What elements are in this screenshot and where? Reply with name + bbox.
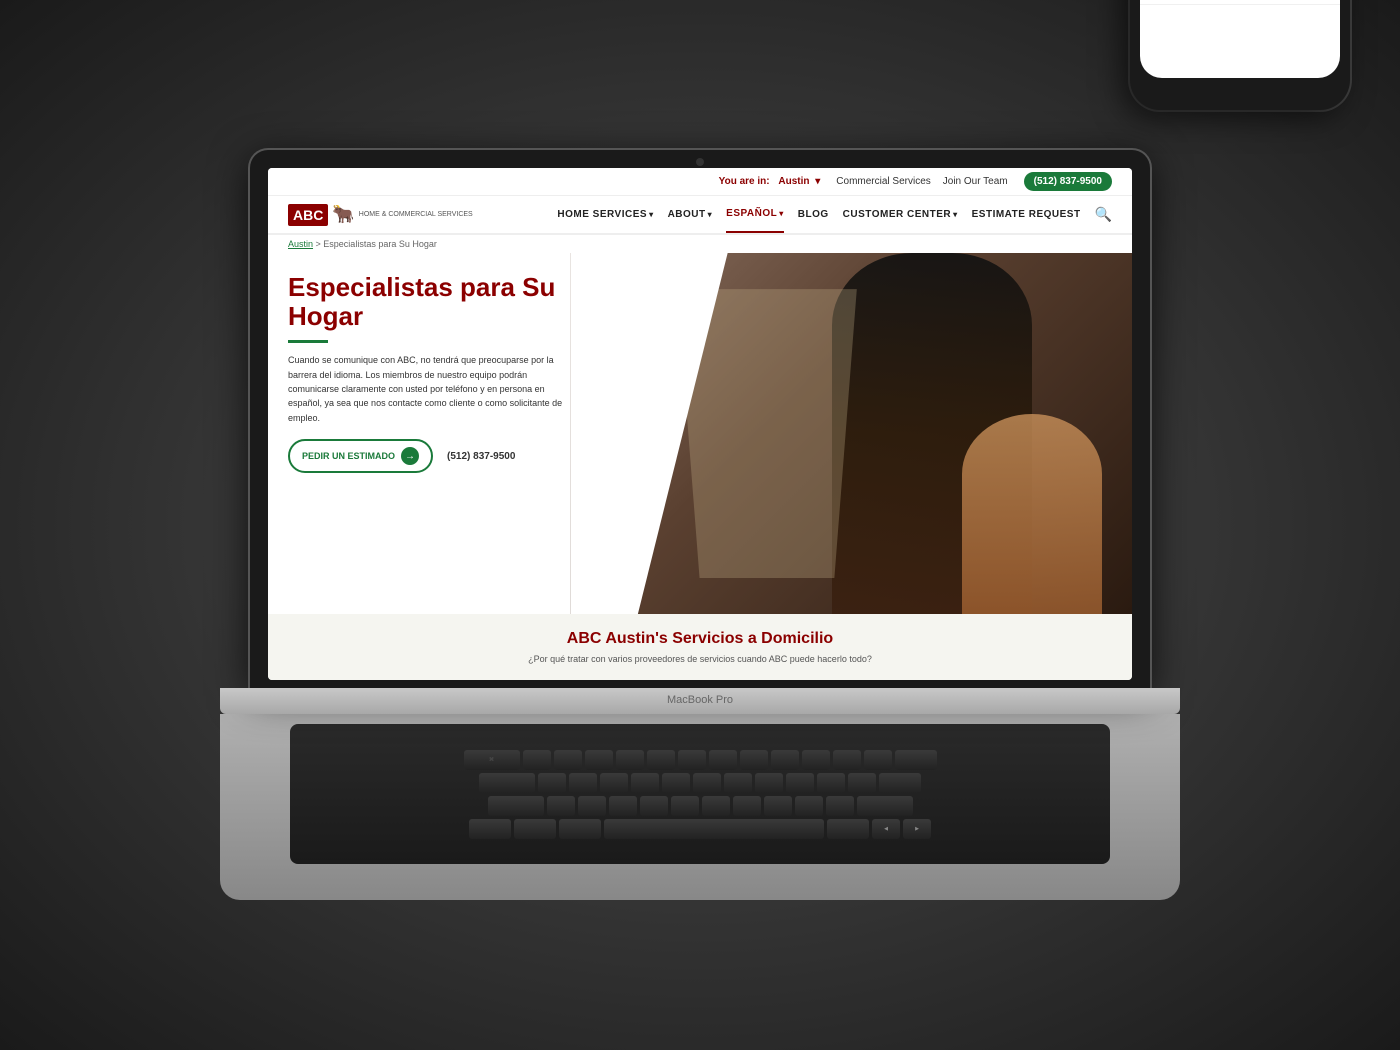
- logo-animal-icon: 🐂: [332, 204, 354, 225]
- macbook-base: [220, 688, 1180, 714]
- cta-button[interactable]: PEDIR UN ESTIMADO →: [288, 439, 433, 473]
- key-c[interactable]: [609, 796, 637, 816]
- key-s[interactable]: [569, 773, 597, 793]
- keyboard-area: ⌘: [220, 714, 1180, 900]
- commercial-services-link[interactable]: Commercial Services: [836, 176, 930, 187]
- key-b[interactable]: [671, 796, 699, 816]
- hero-phone[interactable]: (512) 837-9500: [447, 451, 515, 462]
- keyboard: ⌘: [290, 724, 1110, 864]
- nav-blog[interactable]: BLOG: [798, 197, 829, 232]
- key-right[interactable]: ▶: [903, 819, 931, 839]
- key-r[interactable]: [616, 750, 644, 770]
- hero-divider: [288, 340, 328, 343]
- key-w[interactable]: [554, 750, 582, 770]
- key-j[interactable]: [724, 773, 752, 793]
- key-comma[interactable]: [764, 796, 792, 816]
- service-item-reparacion[interactable]: 🏠 Reparación de: [1140, 0, 1340, 5]
- cta-arrow-icon: →: [401, 447, 419, 465]
- key-h[interactable]: [693, 773, 721, 793]
- breadcrumb-home[interactable]: Austin: [288, 239, 313, 249]
- hero-cta: PEDIR UN ESTIMADO → (512) 837-9500: [288, 439, 608, 473]
- location-value: Austin: [778, 176, 809, 187]
- breadcrumb: Austin > Especialistas para Su Hogar: [268, 235, 1132, 253]
- key-d[interactable]: [600, 773, 628, 793]
- key-slash[interactable]: [826, 796, 854, 816]
- nav-estimate-request[interactable]: ESTIMATE REQUEST: [972, 197, 1081, 232]
- key-tab[interactable]: ⌘: [464, 750, 520, 770]
- key-o[interactable]: [771, 750, 799, 770]
- key-e[interactable]: [585, 750, 613, 770]
- key-n[interactable]: [702, 796, 730, 816]
- phone-mockup: 10:17 ▌▌▌ WiFi 🔋 ABC Austin's Servicios …: [1130, 0, 1350, 110]
- key-enter[interactable]: [879, 773, 921, 793]
- location-label: You are in:: [719, 176, 770, 187]
- key-bracket-r[interactable]: [864, 750, 892, 770]
- key-space[interactable]: [604, 819, 824, 839]
- key-k[interactable]: [755, 773, 783, 793]
- bottom-section: ABC Austin's Servicios a Domicilio ¿Por …: [268, 614, 1132, 680]
- key-shift-r[interactable]: [857, 796, 913, 816]
- location-pill[interactable]: You are in: Austin ▾: [719, 176, 821, 187]
- hero-content: Especialistas para Su Hogar Cuando se co…: [268, 253, 628, 614]
- nav-customer-center[interactable]: CUSTOMER CENTER ▾: [843, 197, 958, 232]
- key-p[interactable]: [802, 750, 830, 770]
- hero-body: Cuando se comunique con ABC, no tendrá q…: [288, 353, 568, 425]
- nav-home-services[interactable]: HOME SERVICES ▾: [557, 197, 653, 232]
- key-a[interactable]: [538, 773, 566, 793]
- key-ctrl[interactable]: [514, 819, 556, 839]
- key-option[interactable]: [559, 819, 601, 839]
- nav-links: HOME SERVICES ▾ ABOUT ▾ ESPAÑOL ▾ BLOG: [491, 196, 1112, 233]
- key-x[interactable]: [578, 796, 606, 816]
- join-team-link[interactable]: Join Our Team: [943, 176, 1008, 187]
- key-fn[interactable]: [469, 819, 511, 839]
- key-left[interactable]: ◀: [872, 819, 900, 839]
- hero-title: Especialistas para Su Hogar: [288, 273, 608, 330]
- cta-label: PEDIR UN ESTIMADO: [302, 451, 395, 461]
- phone-content: ABC Austin's Servicios aDomicilio ¿Por q…: [1140, 0, 1340, 78]
- key-m[interactable]: [733, 796, 761, 816]
- key-l[interactable]: [786, 773, 814, 793]
- main-nav: ABC 🐂 HOME & COMMERCIAL SERVICES HOME SE…: [268, 196, 1132, 235]
- top-bar: You are in: Austin ▾ Commercial Services…: [268, 168, 1132, 196]
- nav-about[interactable]: ABOUT ▾: [668, 197, 713, 232]
- key-g[interactable]: [662, 773, 690, 793]
- key-shift-l[interactable]: [488, 796, 544, 816]
- key-v[interactable]: [640, 796, 668, 816]
- section-subtitle: ¿Por qué tratar con varios proveedores d…: [288, 654, 1112, 664]
- phone-screen: 10:17 ▌▌▌ WiFi 🔋 ABC Austin's Servicios …: [1140, 0, 1340, 78]
- key-t[interactable]: [647, 750, 675, 770]
- key-y[interactable]: [678, 750, 706, 770]
- key-quote[interactable]: [848, 773, 876, 793]
- key-period[interactable]: [795, 796, 823, 816]
- top-bar-links: Commercial Services Join Our Team: [836, 176, 1007, 187]
- key-q[interactable]: [523, 750, 551, 770]
- key-caps[interactable]: [479, 773, 535, 793]
- key-i[interactable]: [740, 750, 768, 770]
- search-icon[interactable]: 🔍: [1095, 206, 1112, 223]
- key-u[interactable]: [709, 750, 737, 770]
- key-semi[interactable]: [817, 773, 845, 793]
- logo-subtext: HOME & COMMERCIAL SERVICES: [359, 210, 473, 219]
- logo-badge: ABC: [288, 204, 328, 226]
- key-z[interactable]: [547, 796, 575, 816]
- section-title: ABC Austin's Servicios a Domicilio: [288, 630, 1112, 648]
- hero-section: Especialistas para Su Hogar Cuando se co…: [268, 253, 1132, 614]
- key-bracket-l[interactable]: [833, 750, 861, 770]
- key-backspace[interactable]: [895, 750, 937, 770]
- key-option-r[interactable]: [827, 819, 869, 839]
- phone-button[interactable]: (512) 837-9500: [1024, 172, 1112, 191]
- key-f[interactable]: [631, 773, 659, 793]
- nav-espanol[interactable]: ESPAÑOL ▾: [726, 196, 784, 233]
- logo[interactable]: ABC 🐂 HOME & COMMERCIAL SERVICES: [288, 198, 473, 232]
- breadcrumb-current: Especialistas para Su Hogar: [323, 239, 437, 249]
